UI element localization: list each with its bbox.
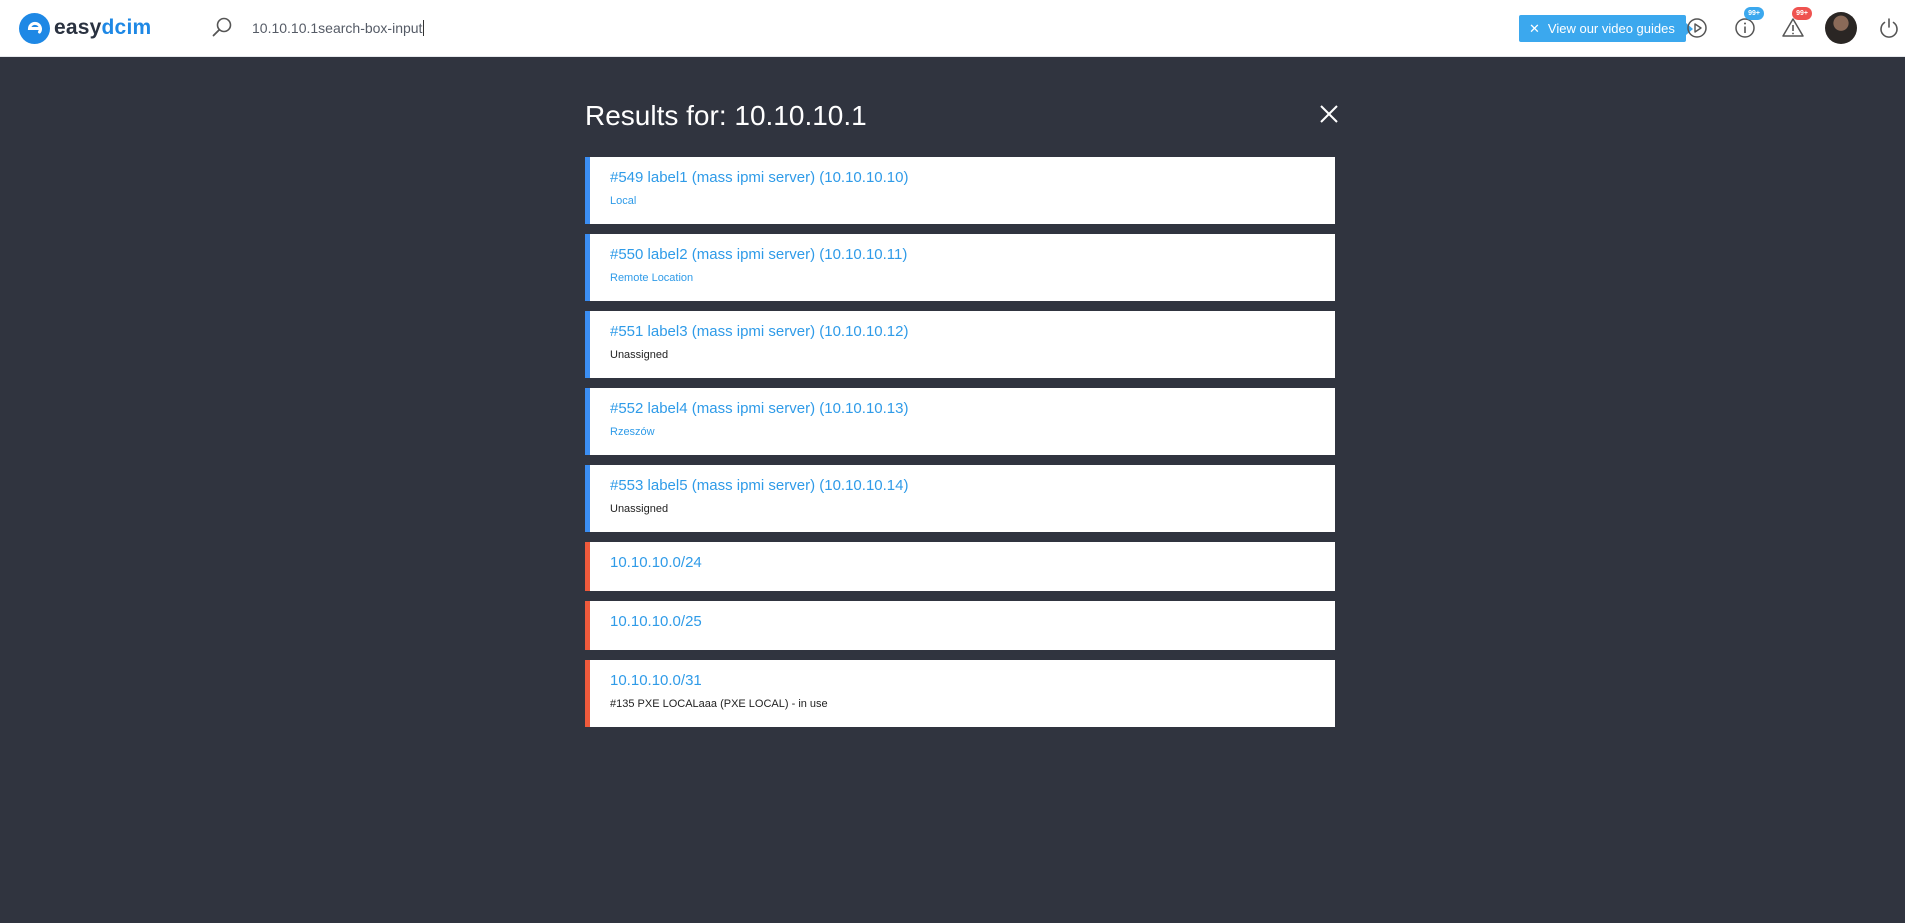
logo-text-dcim: dcim — [101, 16, 152, 39]
logo-text-easy: easy — [54, 16, 102, 39]
result-item-location[interactable]: Remote Location — [610, 272, 1321, 284]
result-item-location: Unassigned — [610, 349, 669, 361]
video-guides-label: View our video guides — [1547, 21, 1675, 36]
alerts-badge: 99+ — [1792, 7, 1812, 20]
result-item[interactable]: #550 label2 (mass ipmi server) (10.10.10… — [585, 234, 1335, 301]
result-item-detail: #135 PXE LOCALaaa (PXE LOCAL) - in use — [610, 698, 828, 710]
info-badge: 99+ — [1744, 7, 1764, 20]
result-item-title[interactable]: #553 label5 (mass ipmi server) (10.10.10… — [610, 477, 1321, 494]
result-item[interactable]: #552 label4 (mass ipmi server) (10.10.10… — [585, 388, 1335, 455]
results-title: Results for: 10.10.10.1 — [585, 100, 867, 131]
result-item[interactable]: #551 label3 (mass ipmi server) (10.10.10… — [585, 311, 1335, 378]
power-icon[interactable] — [1877, 16, 1901, 40]
easydcim-logo[interactable]: easy dcim — [19, 12, 151, 44]
result-item-title[interactable]: #550 label2 (mass ipmi server) (10.10.10… — [610, 246, 1321, 263]
search-input[interactable]: 10.10.10.1search-box-input — [252, 20, 425, 36]
results-list: #549 label1 (mass ipmi server) (10.10.10… — [585, 157, 1335, 737]
close-icon[interactable]: ✕ — [1529, 21, 1540, 37]
result-item[interactable]: #553 label5 (mass ipmi server) (10.10.10… — [585, 465, 1335, 532]
search-icon[interactable] — [210, 16, 234, 40]
close-results-icon[interactable] — [1318, 103, 1340, 125]
logo-text: easy dcim — [54, 16, 151, 40]
top-bar: easy dcim 10.10.10.1search-box-input ✕ Vi… — [0, 0, 1905, 57]
search-input-value: 10.10.10.1search-box-input — [252, 20, 423, 36]
result-item-subnet[interactable]: 10.10.10.0/25 — [585, 601, 1335, 650]
result-item-location[interactable]: Local — [610, 195, 1321, 207]
user-avatar[interactable] — [1825, 12, 1857, 44]
result-item-subnet[interactable]: 10.10.10.0/31 #135 PXE LOCALaaa (PXE LOC… — [585, 660, 1335, 727]
logo-mark-icon — [19, 12, 50, 44]
text-caret — [423, 20, 425, 36]
result-item-title[interactable]: #551 label3 (mass ipmi server) (10.10.10… — [610, 323, 1321, 340]
result-item[interactable]: #549 label1 (mass ipmi server) (10.10.10… — [585, 157, 1335, 224]
play-icon[interactable] — [1684, 15, 1710, 41]
result-item-location[interactable]: Rzeszów — [610, 426, 1321, 438]
result-item-subnet[interactable]: 10.10.10.0/24 — [585, 542, 1335, 591]
result-item-title[interactable]: 10.10.10.0/25 — [610, 613, 1321, 630]
video-guides-button[interactable]: ✕ View our video guides — [1519, 15, 1693, 42]
result-item-title[interactable]: #549 label1 (mass ipmi server) (10.10.10… — [610, 169, 1321, 186]
info-button[interactable]: 99+ — [1732, 7, 1764, 41]
result-item-title[interactable]: 10.10.10.0/31 — [610, 672, 1321, 689]
alerts-button[interactable]: 99+ — [1780, 7, 1812, 41]
result-item-title[interactable]: 10.10.10.0/24 — [610, 554, 1321, 571]
result-item-title[interactable]: #552 label4 (mass ipmi server) (10.10.10… — [610, 400, 1321, 417]
result-item-location: Unassigned — [610, 503, 669, 515]
